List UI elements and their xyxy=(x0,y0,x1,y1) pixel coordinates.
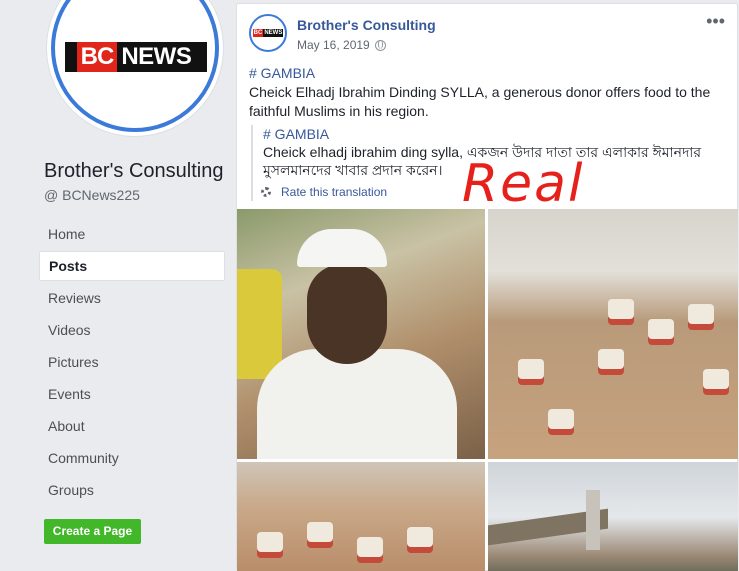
photo-food-pile xyxy=(257,532,283,552)
nav-item-reviews[interactable]: Reviews xyxy=(39,282,225,314)
globe-icon[interactable] xyxy=(374,39,386,51)
nav-item-posts[interactable]: Posts xyxy=(39,251,225,281)
nav-item-events[interactable]: Events xyxy=(39,378,225,410)
photo-food-pile xyxy=(703,369,729,389)
photo-robe xyxy=(257,349,457,459)
page-avatar[interactable]: BC NEWS xyxy=(47,0,223,136)
photo-mosque[interactable] xyxy=(488,462,738,571)
create-page-button[interactable]: Create a Page xyxy=(44,519,141,544)
photo-food-rows[interactable] xyxy=(237,462,485,571)
mini-logo-bc: BC xyxy=(252,29,264,37)
post-body: # GAMBIA Cheick Elhadj Ibrahim Dinding S… xyxy=(249,64,727,121)
photo-food-pile xyxy=(608,299,634,319)
real-overlay-label: Real xyxy=(462,154,585,214)
nav-item-videos[interactable]: Videos xyxy=(39,314,225,346)
photo-yellow-bag xyxy=(237,269,282,379)
post-card: BC NEWS Brother's Consulting May 16, 201… xyxy=(236,3,738,571)
logo-news: NEWS xyxy=(121,43,192,70)
photo-food-pile xyxy=(357,537,383,557)
nav-item-groups[interactable]: Groups xyxy=(39,474,225,506)
page-handle[interactable]: @ BCNews225 xyxy=(44,187,140,203)
bcnews-logo: BC NEWS xyxy=(65,42,207,72)
more-options-icon[interactable]: ••• xyxy=(706,12,725,30)
rate-translation-label[interactable]: Rate this translation xyxy=(281,183,387,201)
photo-food-pile xyxy=(518,359,544,379)
mini-logo-news: NEWS xyxy=(264,30,283,36)
photo-food-pile xyxy=(688,304,714,324)
photo-cap xyxy=(297,229,387,267)
left-sidebar: BC NEWS Brother's Consulting @ BCNews225… xyxy=(0,0,236,571)
translation-hashtag[interactable]: # GAMBIA xyxy=(263,125,727,143)
page-nav: Home Posts Reviews Videos Pictures Event… xyxy=(39,218,225,506)
post-date[interactable]: May 16, 2019 xyxy=(297,38,370,52)
post-author-avatar[interactable]: BC NEWS xyxy=(249,14,287,52)
post-text: Cheick Elhadj Ibrahim Dinding SYLLA, a g… xyxy=(249,84,711,119)
post-author[interactable]: Brother's Consulting xyxy=(297,17,436,33)
nav-item-pictures[interactable]: Pictures xyxy=(39,346,225,378)
post-hashtag[interactable]: # GAMBIA xyxy=(249,64,727,83)
photo-food-piles[interactable] xyxy=(488,209,738,459)
nav-item-home[interactable]: Home xyxy=(39,218,225,250)
post-meta: May 16, 2019 xyxy=(297,38,386,52)
photo-food-pile xyxy=(598,349,624,369)
gear-icon xyxy=(261,187,271,197)
photo-face xyxy=(307,264,387,364)
nav-item-about[interactable]: About xyxy=(39,410,225,442)
mini-bcnews-logo: BC NEWS xyxy=(252,29,284,37)
avatar-ring: BC NEWS xyxy=(51,0,219,132)
logo-bc: BC xyxy=(76,42,118,72)
photo-minaret xyxy=(586,490,600,550)
photo-food-pile xyxy=(548,409,574,429)
photo-food-pile xyxy=(307,522,333,542)
photo-food-pile xyxy=(648,319,674,339)
photo-food-pile xyxy=(407,527,433,547)
photo-man-portrait[interactable] xyxy=(237,209,485,459)
page-name[interactable]: Brother's Consulting xyxy=(44,160,223,183)
nav-item-community[interactable]: Community xyxy=(39,442,225,474)
